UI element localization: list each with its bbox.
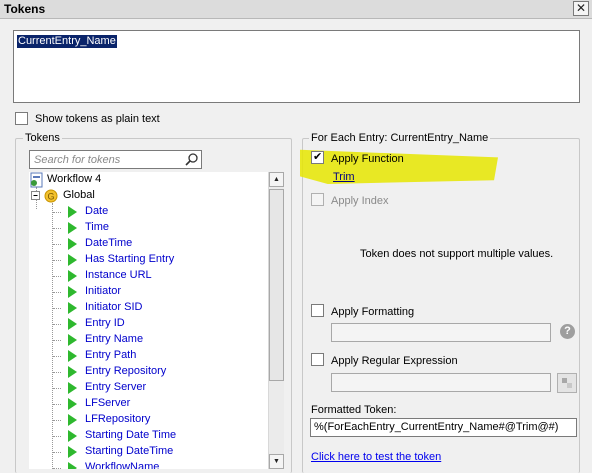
function-trim-link[interactable]: Trim	[333, 171, 355, 183]
tree-group-label: Global	[63, 189, 95, 201]
token-label: Entry Name	[85, 333, 144, 345]
token-icon	[68, 446, 77, 458]
svg-text:G: G	[47, 192, 54, 202]
apply-regex-checkbox[interactable]	[311, 353, 324, 366]
apply-index-label: Apply Index	[331, 195, 389, 207]
apply-regex-label: Apply Regular Expression	[331, 355, 458, 367]
token-icon	[68, 254, 77, 266]
formatted-token-field[interactable]: %(ForEachEntry_CurrentEntry_Name#@Trim@#…	[310, 418, 577, 437]
token-label: Entry Server	[85, 381, 147, 393]
formatted-token-label: Formatted Token:	[311, 404, 397, 416]
token-editor[interactable]: CurrentEntry_Name	[13, 30, 580, 103]
token-label: Has Starting Entry	[85, 253, 175, 265]
token-icon	[68, 430, 77, 442]
test-token-link[interactable]: Click here to test the token	[311, 451, 441, 463]
token-label: Initiator SID	[85, 301, 143, 313]
token-icon	[68, 206, 77, 218]
scroll-thumb[interactable]	[269, 189, 284, 381]
search-input[interactable]: Search for tokens	[29, 150, 202, 169]
token-icon	[68, 382, 77, 394]
show-plain-text-checkbox[interactable]	[15, 112, 28, 125]
apply-formatting-checkbox[interactable]	[311, 304, 324, 317]
token-icon	[68, 318, 77, 330]
token-icon	[68, 350, 77, 362]
global-icon: G	[44, 189, 58, 203]
search-placeholder: Search for tokens	[34, 154, 121, 166]
token-label: Time	[85, 221, 110, 233]
token-icon	[68, 334, 77, 346]
token-icon	[68, 222, 77, 234]
token-label: WorkflowName	[85, 461, 160, 469]
regex-builder-button[interactable]	[557, 373, 577, 393]
token-label: Starting Date Time	[85, 429, 177, 441]
token-icon	[68, 302, 77, 314]
token-icon	[68, 462, 77, 469]
regex-input[interactable]	[331, 373, 551, 392]
apply-function-checkbox[interactable]	[311, 150, 324, 164]
token-label: Starting DateTime	[85, 445, 174, 457]
regex-builder-icon	[562, 378, 572, 388]
apply-formatting-label: Apply Formatting	[331, 306, 415, 318]
scroll-down-button[interactable]: ▼	[269, 454, 284, 469]
token-label: Initiator	[85, 285, 122, 297]
editor-selected-text: CurrentEntry_Name	[17, 35, 117, 48]
token-icon	[68, 270, 77, 282]
token-label: DateTime	[85, 237, 133, 249]
token-icon	[68, 398, 77, 410]
tokens-group-legend: Tokens	[23, 132, 62, 144]
token-label: Entry Repository	[85, 365, 167, 377]
apply-index-checkbox[interactable]	[311, 193, 324, 206]
token-icon	[68, 238, 77, 250]
apply-function-label: Apply Function	[331, 153, 404, 165]
scroll-up-button[interactable]: ▲	[269, 172, 284, 187]
formatting-input[interactable]	[331, 323, 551, 342]
tree-scrollbar[interactable]: ▲ ▼	[268, 172, 284, 469]
token-icon	[68, 286, 77, 298]
token-label: LFServer	[85, 397, 131, 409]
title-bar: Tokens ✕	[0, 0, 592, 19]
window-title: Tokens	[4, 2, 46, 16]
workflow-icon	[30, 172, 43, 188]
close-button[interactable]: ✕	[573, 1, 589, 16]
index-message: Token does not support multiple values.	[360, 248, 554, 260]
token-label: Instance URL	[85, 269, 152, 281]
token-icon	[68, 414, 77, 426]
search-icon[interactable]	[184, 152, 199, 167]
token-tree: Workflow 4 G Global Date Time DateTime H…	[29, 172, 284, 469]
token-label: LFRepository	[85, 413, 151, 425]
for-each-entry-legend: For Each Entry: CurrentEntry_Name	[309, 132, 491, 144]
formatted-token-value: %(ForEachEntry_CurrentEntry_Name#@Trim@#…	[314, 421, 559, 433]
collapse-icon[interactable]	[31, 191, 41, 201]
token-label: Date	[85, 205, 109, 217]
tree-root-label: Workflow 4	[47, 173, 102, 185]
help-icon[interactable]: ?	[560, 324, 575, 339]
show-plain-text-label: Show tokens as plain text	[35, 113, 160, 125]
token-icon	[68, 366, 77, 378]
token-label: Entry Path	[85, 349, 137, 361]
token-label: Entry ID	[85, 317, 125, 329]
